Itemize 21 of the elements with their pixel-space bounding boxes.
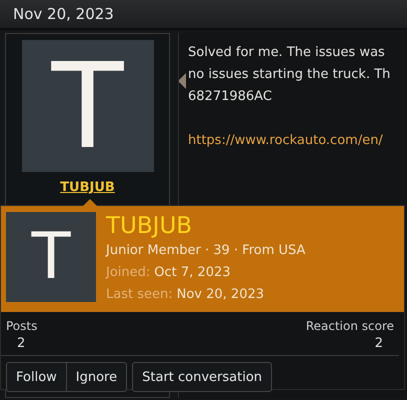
joined-date: Oct 7, 2023 bbox=[154, 264, 231, 282]
pointer-arrow-icon bbox=[179, 73, 186, 89]
avatar[interactable]: T bbox=[6, 212, 96, 302]
last-seen-label: Last seen: bbox=[106, 286, 173, 304]
stat-label: Posts bbox=[6, 318, 38, 334]
action-button[interactable]: Ignore bbox=[66, 362, 128, 392]
stat-value: 2 bbox=[16, 335, 26, 353]
message-text: 68271986AC bbox=[188, 88, 272, 106]
joined-label: Joined: bbox=[106, 264, 150, 282]
message-text: Solved for me. The issues was bbox=[188, 44, 385, 62]
message-link[interactable]: https://www.rockauto.com/en/ bbox=[188, 130, 383, 152]
member-info: Junior Member · 39 · From USA bbox=[106, 242, 306, 260]
post-date: Nov 20, 2023 bbox=[13, 5, 114, 23]
action-button[interactable]: Follow bbox=[6, 362, 66, 392]
stat-value: 2 bbox=[374, 335, 384, 353]
username-link[interactable]: TUBJUB bbox=[60, 180, 115, 195]
stat-label: Reaction score bbox=[306, 318, 394, 334]
avatar[interactable]: T bbox=[22, 40, 154, 172]
action-button[interactable]: Start conversation bbox=[132, 362, 272, 392]
last-seen-date: Nov 20, 2023 bbox=[176, 286, 264, 304]
message-text: no issues starting the truck. Th bbox=[188, 66, 390, 84]
